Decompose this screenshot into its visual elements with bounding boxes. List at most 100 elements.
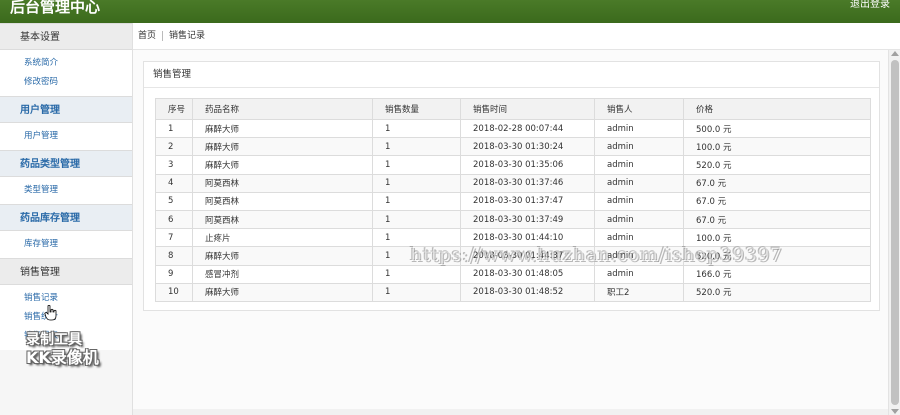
cell-seller: admin — [594, 118, 684, 139]
table-row: 9 感冒冲剂 1 2018-03-30 01:48:05 admin 166.0 元 — [155, 264, 871, 284]
cell-price: 520.0 元 — [683, 155, 871, 175]
cell-time: 2018-02-28 00:07:44 — [460, 118, 595, 139]
breadcrumb: 首页 销售记录 — [133, 23, 900, 50]
sidebar-item-inventory-management[interactable]: 库存管理 — [24, 235, 132, 254]
cell-drug-name: 阿莫西林 — [192, 173, 373, 193]
scroll-down-arrow-icon[interactable] — [891, 409, 899, 414]
cell-index: 5 — [155, 191, 193, 211]
sidebar-group-inventory[interactable]: 药品库存管理 — [0, 204, 132, 231]
col-header-index: 序号 — [155, 98, 193, 120]
sidebar-group-drug-types[interactable]: 药品类型管理 — [0, 150, 132, 177]
sidebar-group-drug-types-items: 类型管理 — [0, 177, 132, 204]
cell-index: 6 — [155, 209, 193, 230]
recorder-watermark-line2: KK录像机 — [26, 348, 99, 367]
cell-index: 7 — [155, 228, 193, 248]
cell-quantity: 1 — [372, 155, 461, 175]
sales-panel: 销售管理 序号 药品名称 销售数量 销售时间 销售人 价格 1 麻醉大师 1 2018… — [143, 61, 880, 311]
col-header-seller: 销售人 — [594, 98, 684, 120]
sidebar-item-sales-records[interactable]: 销售记录 — [24, 289, 132, 308]
scrollbar-thumb[interactable] — [891, 60, 899, 405]
cell-seller: admin — [594, 155, 684, 175]
table-row: 2 麻醉大师 1 2018-03-30 01:30:24 admin 100.0 元 — [155, 137, 871, 157]
sidebar-group-inventory-items: 库存管理 — [0, 231, 132, 258]
cell-price: 166.0 元 — [683, 264, 871, 284]
sidebar-item-change-password[interactable]: 修改密码 — [24, 73, 132, 92]
cell-index: 2 — [155, 137, 193, 157]
cell-time: 2018-03-30 01:48:05 — [460, 264, 595, 284]
sidebar-group-users-items: 用户管理 — [0, 123, 132, 150]
table-row: 5 阿莫西林 1 2018-03-30 01:37:47 admin 67.0 元 — [155, 191, 871, 211]
cell-time: 2018-03-30 01:35:06 — [460, 155, 595, 175]
col-header-quantity: 销售数量 — [372, 98, 461, 120]
sidebar-group-basic-items: 系统简介 修改密码 — [0, 50, 132, 96]
table-header-row: 序号 药品名称 销售数量 销售时间 销售人 价格 — [155, 98, 871, 120]
recorder-watermark-logo: 录制工具 KK录像机 — [26, 332, 112, 366]
horizontal-scrollbar[interactable] — [133, 409, 888, 415]
cell-drug-name: 麻醉大师 — [192, 137, 373, 157]
sidebar-item-system-intro[interactable]: 系统简介 — [24, 54, 132, 73]
cell-drug-name: 止疼片 — [192, 228, 373, 248]
cell-quantity: 1 — [372, 191, 461, 211]
main-content: 销售管理 序号 药品名称 销售数量 销售时间 销售人 价格 1 麻醉大师 1 2018… — [133, 50, 888, 415]
table-row: 10 麻醉大师 1 2018-03-30 01:48:52 职工2 520.0 元 — [155, 282, 871, 302]
cell-price: 520.0 元 — [683, 282, 871, 302]
cell-price: 67.0 元 — [683, 173, 871, 193]
app-title: 后台管理中心 — [10, 0, 101, 14]
cell-drug-name: 阿莫西林 — [192, 191, 373, 211]
cell-drug-name: 阿莫西林 — [192, 209, 373, 230]
logout-link[interactable]: 退出登录 — [850, 0, 890, 10]
cell-drug-name: 麻醉大师 — [192, 246, 373, 266]
sidebar-item-type-management[interactable]: 类型管理 — [24, 181, 132, 200]
sidebar-group-sales[interactable]: 销售管理 — [0, 258, 132, 285]
cell-quantity: 1 — [372, 173, 461, 193]
cell-seller: admin — [594, 264, 684, 284]
breadcrumb-home[interactable]: 首页 — [138, 31, 156, 41]
cell-index: 1 — [155, 118, 193, 139]
col-header-drug-name: 药品名称 — [192, 98, 373, 120]
cell-index: 4 — [155, 173, 193, 193]
col-header-time: 销售时间 — [460, 98, 595, 120]
cell-time: 2018-03-30 01:37:49 — [460, 209, 595, 230]
table-row: 3 麻醉大师 1 2018-03-30 01:35:06 admin 520.0 元 — [155, 155, 871, 175]
scroll-up-arrow-icon[interactable] — [891, 51, 899, 56]
table-row: 4 阿莫西林 1 2018-03-30 01:37:46 admin 67.0 元 — [155, 173, 871, 193]
table-row: 1 麻醉大师 1 2018-02-28 00:07:44 admin 500.0 元 — [155, 118, 871, 139]
cell-index: 3 — [155, 155, 193, 175]
hand-cursor-icon — [44, 305, 57, 321]
cell-index: 8 — [155, 246, 193, 266]
panel-title: 销售管理 — [144, 62, 879, 88]
cell-quantity: 1 — [372, 118, 461, 139]
vertical-scrollbar[interactable] — [888, 50, 900, 415]
cell-price: 67.0 元 — [683, 191, 871, 211]
col-header-price: 价格 — [683, 98, 871, 120]
cell-price: 100.0 元 — [683, 137, 871, 157]
cell-time: 2018-03-30 01:37:46 — [460, 173, 595, 193]
cell-seller: admin — [594, 137, 684, 157]
cell-quantity: 1 — [372, 209, 461, 230]
cell-time: 2018-03-30 01:37:47 — [460, 191, 595, 211]
cell-price: 500.0 元 — [683, 118, 871, 139]
sidebar-group-users[interactable]: 用户管理 — [0, 96, 132, 123]
cell-drug-name: 感冒冲剂 — [192, 264, 373, 284]
cell-quantity: 1 — [372, 282, 461, 302]
cell-quantity: 1 — [372, 137, 461, 157]
sidebar-item-sales-statistics[interactable]: 销售统计 — [24, 308, 132, 327]
cell-quantity: 1 — [372, 264, 461, 284]
top-bar: 后台管理中心 退出登录 — [0, 0, 900, 23]
breadcrumb-current: 销售记录 — [169, 31, 206, 41]
cell-seller: 职工2 — [594, 282, 684, 302]
sales-table: 序号 药品名称 销售数量 销售时间 销售人 价格 1 麻醉大师 1 2018-02-2… — [155, 98, 871, 302]
cell-time: 2018-03-30 01:30:24 — [460, 137, 595, 157]
sidebar-item-user-management[interactable]: 用户管理 — [24, 127, 132, 146]
cell-seller: admin — [594, 209, 684, 230]
cell-time: 2018-03-30 01:48:52 — [460, 282, 595, 302]
cell-drug-name: 麻醉大师 — [192, 282, 373, 302]
cell-price: 67.0 元 — [683, 209, 871, 230]
cell-index: 10 — [155, 282, 193, 302]
cell-drug-name: 麻醉大师 — [192, 155, 373, 175]
table-row: 6 阿莫西林 1 2018-03-30 01:37:49 admin 67.0 元 — [155, 209, 871, 230]
breadcrumb-separator — [162, 30, 164, 41]
cell-seller: admin — [594, 173, 684, 193]
url-watermark: https://www.huzhan.com/ishop39397 — [410, 244, 783, 266]
sidebar-group-basic[interactable]: 基本设置 — [0, 23, 132, 50]
